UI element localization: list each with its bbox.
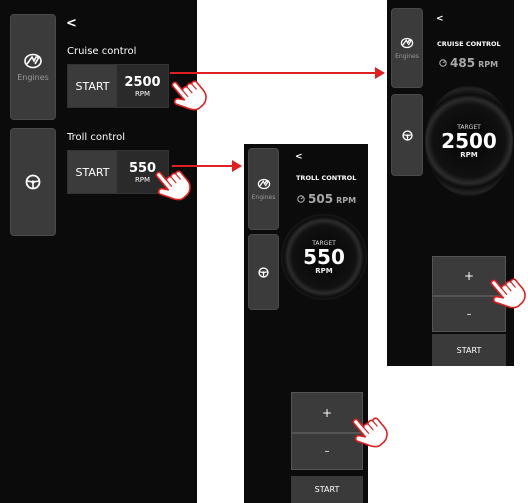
- arrow-right-icon: [172, 160, 242, 172]
- pointing-hand-icon: [163, 70, 212, 119]
- arrow-right-icon: [170, 67, 385, 79]
- pointing-hand-icon: [344, 407, 393, 456]
- pointing-hand-icon: [482, 268, 528, 317]
- pointing-hand-icon: [147, 160, 196, 209]
- annotation-overlay: [147, 67, 528, 456]
